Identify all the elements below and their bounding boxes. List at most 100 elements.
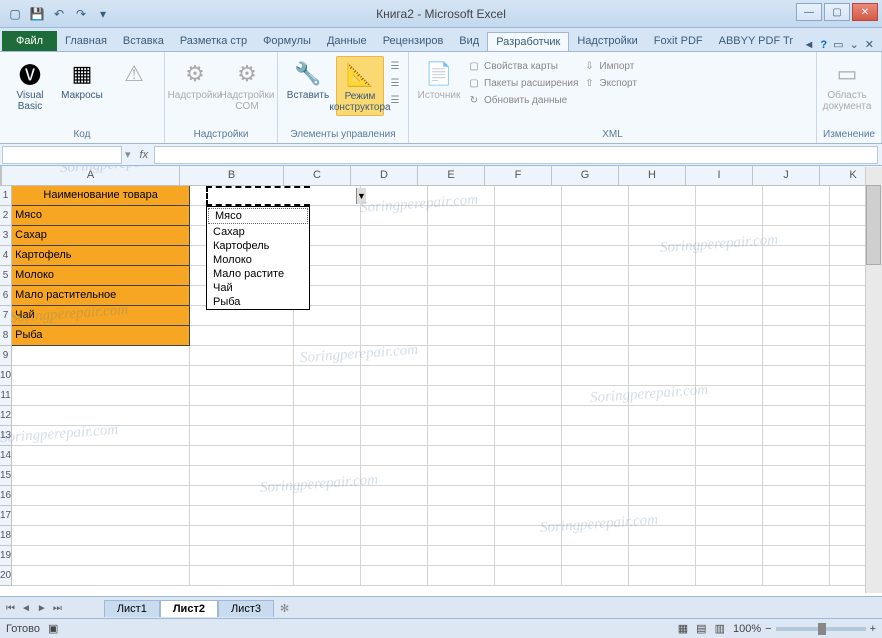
- tab-разработчик[interactable]: Разработчик: [487, 32, 569, 51]
- cell-J13[interactable]: [763, 426, 830, 446]
- combobox-option[interactable]: Рыба: [207, 295, 309, 309]
- cell-F13[interactable]: [495, 426, 562, 446]
- cell-E9[interactable]: [428, 346, 495, 366]
- cell-E4[interactable]: [428, 246, 495, 266]
- cell-F14[interactable]: [495, 446, 562, 466]
- cell-F10[interactable]: [495, 366, 562, 386]
- cell-G16[interactable]: [562, 486, 629, 506]
- cell-F4[interactable]: [495, 246, 562, 266]
- sheet-tab-Лист3[interactable]: Лист3: [218, 600, 274, 617]
- cell-D10[interactable]: [361, 366, 428, 386]
- col-header-B[interactable]: B: [180, 166, 284, 186]
- cell-F6[interactable]: [495, 286, 562, 306]
- combobox-option[interactable]: Мало растите: [207, 267, 309, 281]
- tab-вид[interactable]: Вид: [451, 32, 487, 51]
- cell-H18[interactable]: [629, 526, 696, 546]
- cell-A9[interactable]: [12, 346, 190, 366]
- cell-B15[interactable]: [190, 466, 294, 486]
- combobox-control[interactable]: ▼: [206, 186, 310, 206]
- insert-control-button[interactable]: 🔧Вставить: [284, 56, 332, 103]
- cell-C20[interactable]: [294, 566, 361, 586]
- row-header-8[interactable]: 8: [0, 326, 12, 346]
- cell-I7[interactable]: [696, 306, 763, 326]
- row-header-14[interactable]: 14: [0, 446, 12, 466]
- cell-C12[interactable]: [294, 406, 361, 426]
- cell-A4[interactable]: Картофель: [12, 246, 190, 266]
- cell-G6[interactable]: [562, 286, 629, 306]
- cell-C11[interactable]: [294, 386, 361, 406]
- cell-H20[interactable]: [629, 566, 696, 586]
- cell-G14[interactable]: [562, 446, 629, 466]
- cells[interactable]: Наименование товараМясоСахарКартофельМол…: [12, 186, 882, 586]
- cell-J8[interactable]: [763, 326, 830, 346]
- cell-G10[interactable]: [562, 366, 629, 386]
- cell-G4[interactable]: [562, 246, 629, 266]
- cell-I16[interactable]: [696, 486, 763, 506]
- cell-E20[interactable]: [428, 566, 495, 586]
- cell-A16[interactable]: [12, 486, 190, 506]
- combobox-input[interactable]: [208, 188, 356, 204]
- cell-E7[interactable]: [428, 306, 495, 326]
- new-sheet-icon[interactable]: ✻: [280, 602, 289, 615]
- cell-H2[interactable]: [629, 206, 696, 226]
- row-header-18[interactable]: 18: [0, 526, 12, 546]
- cell-F8[interactable]: [495, 326, 562, 346]
- tab-формулы[interactable]: Формулы: [255, 32, 319, 51]
- macro-security-button[interactable]: ⚠: [110, 56, 158, 92]
- cell-F3[interactable]: [495, 226, 562, 246]
- nav-first-icon[interactable]: ⏮: [4, 603, 17, 614]
- row-header-12[interactable]: 12: [0, 406, 12, 426]
- row-header-4[interactable]: 4: [0, 246, 12, 266]
- cell-E18[interactable]: [428, 526, 495, 546]
- cell-G15[interactable]: [562, 466, 629, 486]
- cell-D9[interactable]: [361, 346, 428, 366]
- cell-E1[interactable]: [428, 186, 495, 206]
- cell-J17[interactable]: [763, 506, 830, 526]
- cell-B14[interactable]: [190, 446, 294, 466]
- cell-D3[interactable]: [361, 226, 428, 246]
- cell-H9[interactable]: [629, 346, 696, 366]
- cell-C16[interactable]: [294, 486, 361, 506]
- cell-D12[interactable]: [361, 406, 428, 426]
- cell-G12[interactable]: [562, 406, 629, 426]
- cell-A10[interactable]: [12, 366, 190, 386]
- cell-F16[interactable]: [495, 486, 562, 506]
- cell-G11[interactable]: [562, 386, 629, 406]
- cell-I19[interactable]: [696, 546, 763, 566]
- col-header-I[interactable]: I: [686, 166, 753, 186]
- cell-E12[interactable]: [428, 406, 495, 426]
- ribbon-close-icon[interactable]: ✕: [865, 38, 874, 51]
- combobox-option[interactable]: Картофель: [207, 239, 309, 253]
- sheet-tab-Лист2[interactable]: Лист2: [160, 600, 218, 617]
- cell-B9[interactable]: [190, 346, 294, 366]
- cell-G8[interactable]: [562, 326, 629, 346]
- cell-D17[interactable]: [361, 506, 428, 526]
- cell-C14[interactable]: [294, 446, 361, 466]
- cell-I17[interactable]: [696, 506, 763, 526]
- cell-A20[interactable]: [12, 566, 190, 586]
- cell-D2[interactable]: [361, 206, 428, 226]
- cell-H17[interactable]: [629, 506, 696, 526]
- cell-I15[interactable]: [696, 466, 763, 486]
- cell-B12[interactable]: [190, 406, 294, 426]
- cell-E2[interactable]: [428, 206, 495, 226]
- cell-D16[interactable]: [361, 486, 428, 506]
- cell-A7[interactable]: Чай: [12, 306, 190, 326]
- cell-B8[interactable]: [190, 326, 294, 346]
- cell-J3[interactable]: [763, 226, 830, 246]
- cell-H7[interactable]: [629, 306, 696, 326]
- cell-G2[interactable]: [562, 206, 629, 226]
- cell-J19[interactable]: [763, 546, 830, 566]
- cell-E13[interactable]: [428, 426, 495, 446]
- cell-E19[interactable]: [428, 546, 495, 566]
- zoom-in-icon[interactable]: +: [870, 623, 876, 635]
- name-box[interactable]: [2, 146, 122, 164]
- visual-basic-button[interactable]: 🅥Visual Basic: [6, 56, 54, 114]
- cell-D6[interactable]: [361, 286, 428, 306]
- cell-J20[interactable]: [763, 566, 830, 586]
- cell-C17[interactable]: [294, 506, 361, 526]
- cell-D18[interactable]: [361, 526, 428, 546]
- row-header-3[interactable]: 3: [0, 226, 12, 246]
- cell-A11[interactable]: [12, 386, 190, 406]
- tab-данные[interactable]: Данные: [319, 32, 375, 51]
